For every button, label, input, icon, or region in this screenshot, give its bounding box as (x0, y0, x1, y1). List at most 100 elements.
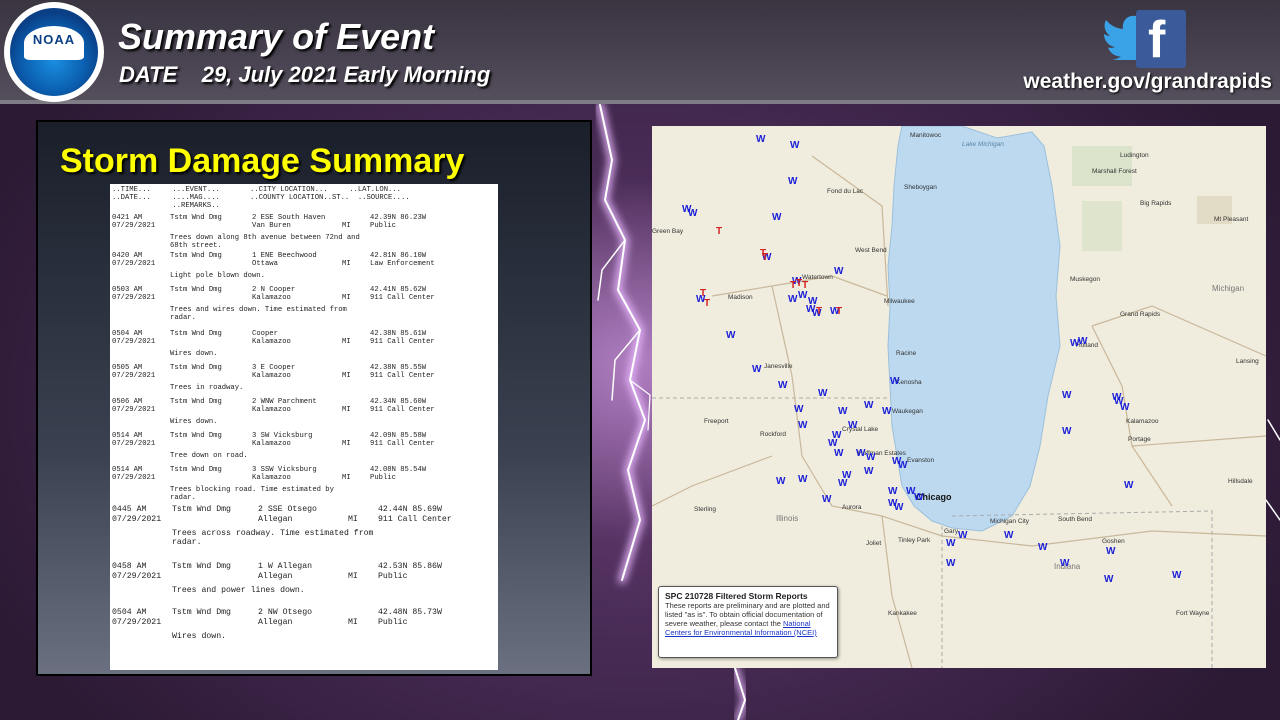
report-column-header: ..TIME... ...EVENT... ..CITY LOCATION...… (112, 186, 410, 210)
wind-report-marker[interactable]: W (790, 140, 799, 151)
wind-report-marker[interactable]: W (1106, 546, 1115, 557)
wind-report-marker[interactable]: W (818, 388, 827, 399)
report-remarks: 68th street. (170, 242, 222, 250)
wind-report-marker[interactable]: W (776, 476, 785, 487)
map-city-label: Aurora (842, 504, 862, 511)
wind-report-marker[interactable]: W (946, 558, 955, 569)
wind-report-marker[interactable]: W (752, 364, 761, 375)
wind-report-marker[interactable]: W (894, 502, 903, 513)
report-remarks: Trees and wires down. Time estimated fro… (170, 306, 347, 314)
tornado-report-marker[interactable]: T (802, 280, 808, 291)
wind-report-marker[interactable]: W (788, 294, 797, 305)
report-source: 911 Call Center (370, 294, 435, 302)
wind-report-marker[interactable]: W (958, 530, 967, 541)
map-city-label: Waukegan (892, 408, 923, 415)
wind-report-marker[interactable]: W (756, 134, 765, 145)
wind-report-marker[interactable]: W (864, 400, 873, 411)
report-state: MI (348, 514, 358, 524)
wind-report-marker[interactable]: W (1062, 426, 1071, 437)
wind-report-marker[interactable]: W (890, 376, 899, 387)
wind-report-marker[interactable]: W (1062, 390, 1071, 401)
report-remarks: Trees in roadway. (170, 384, 244, 392)
wind-report-marker[interactable]: W (1038, 542, 1047, 553)
map-city-label: Kenosha (896, 379, 922, 386)
wind-report-marker[interactable]: W (778, 380, 787, 391)
report-time: 0504 AM (112, 608, 147, 617)
report-time: 0514 AM (112, 466, 143, 474)
wind-report-marker[interactable]: W (798, 474, 807, 485)
wind-report-marker[interactable]: W (794, 404, 803, 415)
report-date: 07/29/2021 (112, 372, 156, 380)
report-time: 0505 AM (112, 364, 143, 372)
wind-report-marker[interactable]: W (1114, 396, 1123, 407)
wind-report-marker[interactable]: W (1004, 530, 1013, 541)
wind-report-marker[interactable]: W (788, 176, 797, 187)
report-remarks: Trees across roadway. Time estimated fro… (172, 528, 374, 538)
website-link[interactable]: weather.gov/grandrapids (1023, 70, 1272, 94)
wind-report-marker[interactable]: W (1104, 574, 1113, 585)
wind-report-marker[interactable]: W (834, 266, 843, 277)
wind-report-marker[interactable]: W (1124, 480, 1133, 491)
wind-report-marker[interactable]: W (856, 448, 865, 459)
wind-report-marker[interactable]: W (822, 494, 831, 505)
header-banner: NOAA Summary of Event DATE 29, July 2021… (0, 0, 1280, 104)
report-time: 0506 AM (112, 398, 143, 406)
map-city-label: Manitowoc (910, 132, 942, 139)
map-city-label: South Bend (1058, 516, 1092, 523)
report-event: Tstm Wnd Dmg (170, 286, 222, 294)
report-source: Law Enforcement (370, 260, 435, 268)
wind-report-marker[interactable]: W (772, 212, 781, 223)
wind-report-marker[interactable]: W (798, 420, 807, 431)
report-city: 2 WNW Parchment (252, 398, 317, 406)
report-county: Kalamazoo (252, 294, 291, 302)
report-remarks: Trees and power lines down. (172, 585, 305, 595)
report-event: Tstm Wnd Dmg (172, 562, 231, 571)
wind-report-marker[interactable]: W (898, 460, 907, 471)
report-state: MI (342, 260, 351, 268)
map-city-label: Tinley Park (898, 537, 931, 544)
wind-report-marker[interactable]: W (888, 486, 897, 497)
report-date: 07/29/2021 (112, 617, 162, 627)
map-city-label: Milwaukee (884, 298, 915, 305)
report-time: 0458 AM (112, 562, 147, 571)
report-source: 911 Call Center (370, 440, 435, 448)
wind-report-marker[interactable]: W (838, 406, 847, 417)
map-city-label: Racine (896, 350, 917, 357)
report-time: 0504 AM (112, 330, 143, 338)
report-event: Tstm Wnd Dmg (170, 330, 222, 338)
facebook-icon[interactable]: f (1136, 10, 1186, 69)
wind-report-marker[interactable]: W (834, 448, 843, 459)
wind-report-marker[interactable]: W (866, 452, 875, 463)
report-latlon: 42.09N 85.58W (370, 432, 427, 440)
wind-report-marker[interactable]: W (726, 330, 735, 341)
tornado-report-marker[interactable]: T (704, 298, 710, 309)
event-date: DATE 29, July 2021 Early Morning (119, 62, 491, 87)
wind-report-marker[interactable]: W (914, 492, 923, 503)
wind-report-marker[interactable]: W (864, 466, 873, 477)
wind-report-marker[interactable]: W (848, 420, 857, 431)
report-source: Public (370, 222, 396, 230)
map-city-label: Fond du Lac (827, 188, 864, 195)
wind-report-marker[interactable]: W (1060, 558, 1069, 569)
wind-report-marker[interactable]: W (1070, 338, 1079, 349)
tornado-report-marker[interactable]: T (716, 226, 722, 237)
report-date: 07/29/2021 (112, 338, 156, 346)
report-latlon: 42.41N 85.62W (370, 286, 427, 294)
tornado-report-marker[interactable]: T (762, 252, 768, 263)
report-remarks: radar. (170, 314, 196, 322)
tornado-report-marker[interactable]: T (836, 306, 842, 317)
social-icons[interactable]: f (1104, 10, 1188, 69)
wind-report-marker[interactable]: W (882, 406, 891, 417)
wind-report-marker[interactable]: W (946, 538, 955, 549)
storm-reports-map[interactable]: Manitowoc Ludington Fond du Lac Sheboygan Ma… (652, 126, 1266, 668)
wind-report-marker[interactable]: W (688, 208, 697, 219)
map-city-label: Mt Pleasant (1214, 216, 1249, 223)
map-city-label: Janesville (764, 363, 793, 370)
report-state: MI (342, 294, 351, 302)
report-event: Tstm Wnd Dmg (170, 466, 222, 474)
wind-report-marker[interactable]: W (1172, 570, 1181, 581)
wind-report-marker[interactable]: W (838, 478, 847, 489)
report-date: 07/29/2021 (112, 222, 156, 230)
tornado-report-marker[interactable]: T (816, 306, 822, 317)
wind-report-marker[interactable]: W (798, 290, 807, 301)
